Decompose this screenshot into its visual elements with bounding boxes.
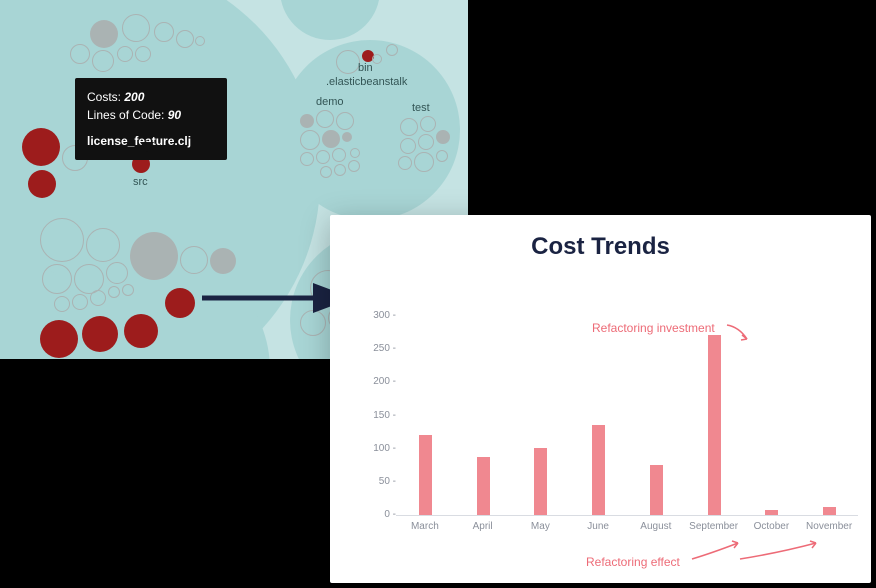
file-circle[interactable] [90, 20, 118, 48]
x-tick: November [799, 521, 859, 532]
file-circle[interactable] [40, 218, 84, 262]
y-tick: 200 [373, 376, 396, 387]
bar[interactable] [419, 435, 432, 515]
folder-circle-bin[interactable] [280, 0, 380, 40]
bar[interactable] [823, 507, 836, 515]
x-tick: May [510, 521, 570, 532]
annotation-arrow-icon [738, 539, 828, 563]
file-circle[interactable] [122, 14, 150, 42]
bar[interactable] [477, 457, 490, 515]
x-tick: June [568, 521, 628, 532]
y-tick: 300 [373, 310, 396, 321]
x-tick: August [626, 521, 686, 532]
hotspot-file-circle[interactable] [28, 170, 56, 198]
x-tick: September [684, 521, 744, 532]
hotspot-file-circle[interactable] [165, 288, 195, 318]
tooltip-costs-key: Costs: [87, 90, 121, 104]
bar-chart[interactable]: 0 50 100 150 200 250 300 MarchAprilMayJu… [362, 315, 858, 543]
file-circle[interactable] [92, 50, 114, 72]
bar[interactable] [534, 448, 547, 515]
file-circle[interactable] [336, 50, 360, 74]
file-circle[interactable] [135, 46, 151, 62]
x-tick: April [453, 521, 513, 532]
file-circle[interactable] [54, 296, 70, 312]
y-tick: 100 [373, 443, 396, 454]
folder-label-test: test [412, 102, 430, 114]
file-circle[interactable] [70, 44, 90, 64]
y-tick: 0 [384, 509, 396, 520]
file-circle[interactable] [300, 114, 314, 128]
tooltip-tail-icon [140, 142, 154, 152]
file-circle[interactable] [42, 264, 72, 294]
x-tick: March [395, 521, 455, 532]
hotspot-file-circle[interactable] [82, 316, 118, 352]
file-circle[interactable] [322, 130, 340, 148]
bar[interactable] [592, 425, 605, 515]
folder-label-bin: bin [358, 62, 373, 74]
file-circle[interactable] [320, 166, 332, 178]
file-circle[interactable] [436, 130, 450, 144]
annotation-effect: Refactoring effect [586, 555, 680, 569]
folder-label-src: src [133, 176, 148, 188]
file-circle[interactable] [350, 148, 360, 158]
tooltip-loc-key: Lines of Code: [87, 108, 164, 122]
file-circle[interactable] [195, 36, 205, 46]
file-circle[interactable] [386, 44, 398, 56]
file-circle[interactable] [398, 156, 412, 170]
file-circle[interactable] [334, 164, 346, 176]
bar[interactable] [708, 335, 721, 515]
bar[interactable] [650, 465, 663, 515]
file-circle[interactable] [300, 130, 320, 150]
file-circle[interactable] [400, 138, 416, 154]
y-axis: 0 50 100 150 200 250 300 [362, 315, 396, 515]
y-tick: 150 [373, 410, 396, 421]
file-circle[interactable] [117, 46, 133, 62]
file-circle[interactable] [342, 132, 352, 142]
file-circle[interactable] [180, 246, 208, 274]
hotspot-file-circle[interactable] [40, 320, 78, 358]
file-circle[interactable] [130, 232, 178, 280]
file-circle[interactable] [316, 110, 334, 128]
file-circle[interactable] [210, 248, 236, 274]
tooltip-loc-val: 90 [168, 108, 181, 122]
y-tick: 250 [373, 343, 396, 354]
baseline [396, 515, 858, 516]
bars [396, 315, 858, 515]
hotspot-file-circle[interactable] [124, 314, 158, 348]
folder-label-elasticbeanstalk: .elasticbeanstalk [326, 76, 407, 88]
tooltip-costs-val: 200 [124, 90, 144, 104]
file-circle[interactable] [300, 152, 314, 166]
file-circle[interactable] [72, 294, 88, 310]
file-circle[interactable] [300, 310, 326, 336]
file-circle[interactable] [90, 290, 106, 306]
file-circle[interactable] [400, 118, 418, 136]
file-circle[interactable] [86, 228, 120, 262]
file-circle[interactable] [436, 150, 448, 162]
bar[interactable] [765, 510, 778, 515]
file-circle[interactable] [122, 284, 134, 296]
file-circle[interactable] [108, 286, 120, 298]
cost-trends-card: Cost Trends Refactoring investment 0 50 … [330, 215, 871, 583]
file-circle[interactable] [176, 30, 194, 48]
file-circle[interactable] [316, 150, 330, 164]
file-circle[interactable] [372, 54, 382, 64]
folder-label-demo: demo [316, 96, 344, 108]
chart-title: Cost Trends [330, 233, 871, 261]
file-circle[interactable] [336, 112, 354, 130]
file-circle[interactable] [154, 22, 174, 42]
file-circle[interactable] [106, 262, 128, 284]
file-circle[interactable] [418, 134, 434, 150]
file-circle[interactable] [348, 160, 360, 172]
hotspot-file-circle[interactable] [22, 128, 60, 166]
file-circle[interactable] [332, 148, 346, 162]
file-circle[interactable] [420, 116, 436, 132]
x-tick: October [741, 521, 801, 532]
y-tick: 50 [379, 476, 396, 487]
file-circle[interactable] [414, 152, 434, 172]
